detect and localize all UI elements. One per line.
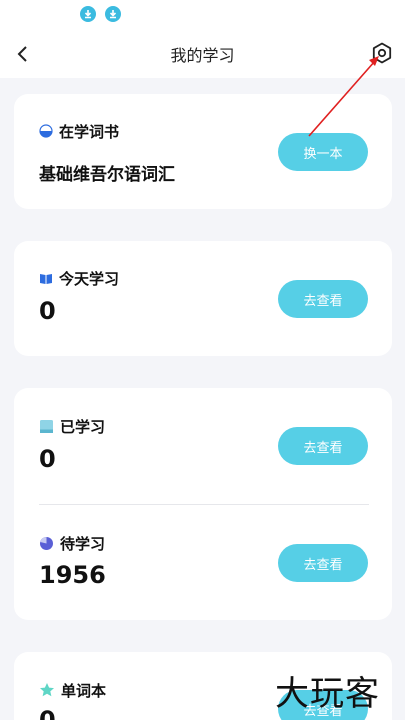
annotation-arrow: [308, 56, 379, 137]
watermark-logo: 大玩客: [275, 674, 380, 714]
